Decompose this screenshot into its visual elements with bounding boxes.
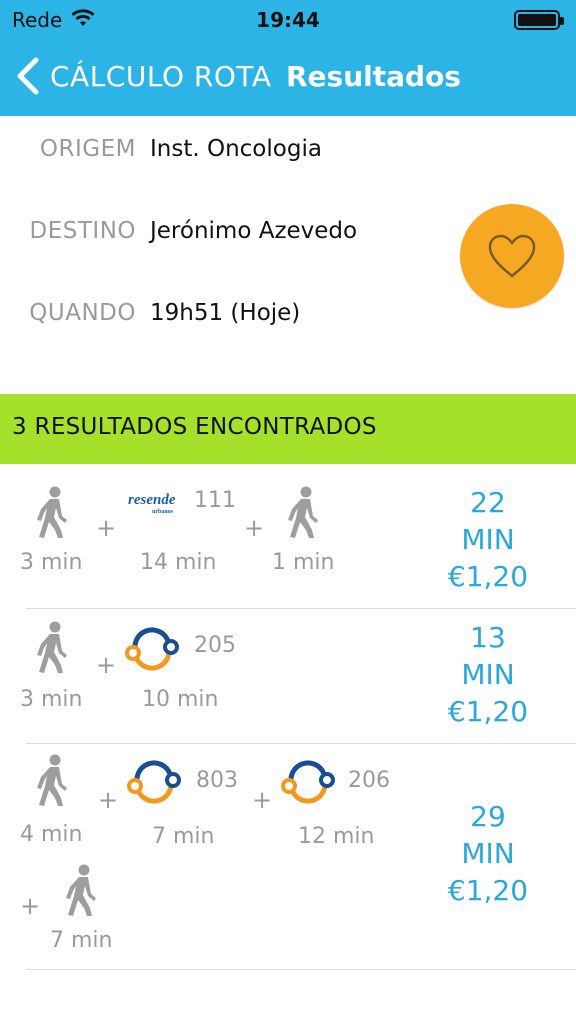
top-bar: Rede 19:44 CÁLCULO ROTA Resultados [0, 0, 576, 116]
back-chevron-icon[interactable] [14, 56, 42, 96]
origin-label: ORIGEM [39, 136, 136, 162]
page-title: Resultados [286, 60, 461, 93]
bus-line-number: 111 [194, 488, 236, 513]
bus-line-number: 205 [194, 633, 236, 658]
results-count: 3 RESULTADOS ENCONTRADOS [12, 414, 377, 440]
route-summary: 29 MIN €1,20 [428, 798, 548, 909]
walk-icon [64, 864, 100, 918]
navigation-bar: CÁLCULO ROTA Resultados [0, 40, 576, 116]
results-header: 3 RESULTADOS ENCONTRADOS [0, 394, 576, 464]
battery-icon [514, 10, 564, 30]
plus-sign: + [244, 514, 265, 542]
walk-icon [35, 486, 71, 540]
route-price: €1,20 [447, 695, 529, 728]
minutes-unit: MIN [461, 523, 515, 556]
plus-sign: + [20, 892, 41, 920]
total-minutes: 22 [470, 486, 506, 519]
leg-duration: 10 min [142, 687, 219, 712]
minutes-unit: MIN [461, 837, 515, 870]
result-item-1[interactable]: 3 min + resende urbanos 111 14 min + 1 mi… [0, 464, 576, 609]
total-minutes: 13 [470, 621, 506, 654]
route-price: €1,20 [447, 560, 529, 593]
origin-value: Inst. Oncologia [150, 136, 322, 162]
leg-duration: 1 min [272, 550, 335, 575]
result-item-2[interactable]: 3 min + 205 10 min 13 MIN €1,20 [0, 609, 576, 744]
walk-icon [35, 754, 71, 808]
total-minutes: 29 [470, 800, 506, 833]
plus-sign: + [252, 786, 273, 814]
walk-icon [35, 621, 71, 675]
status-bar: Rede 19:44 [0, 0, 576, 40]
plus-sign: + [96, 514, 117, 542]
leg-duration: 3 min [20, 550, 83, 575]
route-query-panel: ORIGEM Inst. Oncologia DESTINO Jerónimo … [0, 116, 576, 394]
divider [26, 969, 576, 970]
minutes-unit: MIN [461, 658, 515, 691]
leg-duration: 14 min [140, 550, 217, 575]
resende-logo: resende urbanos [128, 492, 176, 515]
bus-line-number: 803 [196, 768, 238, 793]
route-summary: 13 MIN €1,20 [428, 619, 548, 730]
leg-duration: 3 min [20, 687, 83, 712]
bus-stcp-icon [126, 760, 182, 804]
when-value: 19h51 (Hoje) [150, 300, 301, 326]
walk-icon [286, 486, 322, 540]
route-price: €1,20 [447, 874, 529, 907]
leg-duration: 4 min [20, 822, 83, 847]
back-button[interactable]: CÁLCULO ROTA [50, 60, 271, 93]
status-time: 19:44 [256, 8, 320, 32]
result-item-3[interactable]: 4 min + 803 7 min + 206 12 min + 7 min 2… [0, 744, 576, 970]
leg-duration: 12 min [298, 824, 375, 849]
favorite-button[interactable] [460, 204, 564, 308]
destination-label: DESTINO [29, 218, 136, 244]
plus-sign: + [96, 651, 117, 679]
bus-stcp-icon [124, 627, 180, 671]
origin-row: ORIGEM Inst. Oncologia [0, 136, 460, 176]
plus-sign: + [98, 786, 119, 814]
bus-stcp-icon [280, 760, 336, 804]
destination-row: DESTINO Jerónimo Azevedo [0, 218, 460, 258]
leg-duration: 7 min [152, 824, 215, 849]
when-row: QUANDO 19h51 (Hoje) [0, 300, 460, 340]
heart-icon [488, 234, 536, 278]
bus-line-number: 206 [348, 768, 390, 793]
when-label: QUANDO [29, 300, 136, 326]
leg-duration: 7 min [50, 928, 113, 953]
destination-value: Jerónimo Azevedo [150, 218, 358, 244]
route-summary: 22 MIN €1,20 [428, 484, 548, 595]
